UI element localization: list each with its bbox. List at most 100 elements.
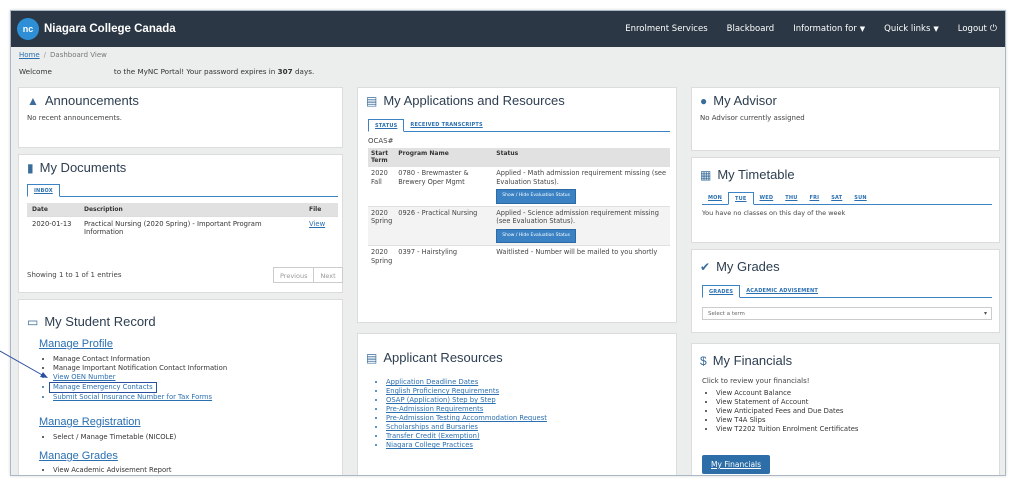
nav-label: Information for xyxy=(793,24,857,34)
advisor-title: My Advisor xyxy=(713,93,777,108)
applications-table: Start Term Program Name Status 2020 Fall… xyxy=(368,148,670,267)
table-row: 2020 Spring 0926 - Practical Nursing App… xyxy=(368,205,670,246)
main-nav: Enrolment Services Blackboard Informatio… xyxy=(606,11,997,47)
list-item[interactable]: View Academic Advisement Report xyxy=(53,466,339,475)
applicant-resources-title: Applicant Resources xyxy=(383,350,503,365)
list-item[interactable]: View T4A Slips xyxy=(716,416,992,425)
financials-list: View Account Balance View Statement of A… xyxy=(702,389,992,434)
financials-card: $ My Financials Click to review your fina… xyxy=(691,343,1000,475)
tab-mon[interactable]: MON xyxy=(702,192,728,205)
list-item[interactable]: Select / Manage Timetable (NICOLE) xyxy=(53,433,339,442)
nav-label: Enrolment Services xyxy=(625,24,708,34)
card-title: ▤ Applicant Resources xyxy=(366,350,503,365)
top-navbar: nc Niagara College Canada Enrolment Serv… xyxy=(11,11,1005,47)
column-header: Start Term xyxy=(368,148,396,167)
tab-academic-advisement[interactable]: ACADEMIC ADVISEMENT xyxy=(740,285,824,298)
documents-tabs: INBOX xyxy=(27,184,338,197)
documents-pager: Previous Next xyxy=(273,267,343,283)
tab-status[interactable]: STATUS xyxy=(368,119,405,132)
tab-thu[interactable]: THU xyxy=(779,192,803,205)
list-item[interactable]: Transfer Credit (Exemption) xyxy=(386,432,672,441)
browser-viewport: nc Niagara College Canada Enrolment Serv… xyxy=(10,10,1006,476)
list-item[interactable]: Manage Important Notification Contact In… xyxy=(53,364,339,373)
nav-quick-links[interactable]: Quick links ▼ xyxy=(884,24,939,34)
application-status: Applied - Science admission requirement … xyxy=(496,208,659,226)
applicant-resources-card: ▤ Applicant Resources Application Deadlin… xyxy=(357,333,677,475)
next-button[interactable]: Next xyxy=(314,268,341,282)
nav-enrolment-services[interactable]: Enrolment Services xyxy=(625,24,707,34)
application-status: Waitlisted - Number will be mailed to yo… xyxy=(493,245,670,267)
card-title: $ My Financials xyxy=(700,353,792,368)
list-item[interactable]: Pre-Admission Requirements xyxy=(386,405,672,414)
chevron-down-icon: ▾ xyxy=(983,310,987,317)
previous-button[interactable]: Previous xyxy=(274,268,315,282)
list-item[interactable]: Application Deadline Dates xyxy=(386,378,672,387)
applications-tabs: STATUS RECEIVED TRANSCRIPTS xyxy=(368,119,670,132)
column-header: Program Name xyxy=(395,148,494,167)
grades-card: ✔ My Grades GRADES ACADEMIC ADVISEMENT Se… xyxy=(691,249,1000,333)
program-name: 0926 - Practical Nursing xyxy=(395,205,494,246)
registration-links: Select / Manage Timetable (NICOLE) xyxy=(39,433,339,442)
tab-wed[interactable]: WED xyxy=(754,192,780,205)
column-header: Status xyxy=(493,148,670,167)
manage-registration-link[interactable]: Manage Registration xyxy=(39,416,141,428)
card-title: ▦ My Timetable xyxy=(700,167,795,182)
list-item[interactable]: View OEN Number xyxy=(53,373,339,382)
nav-label: Blackboard xyxy=(726,24,775,34)
nav-blackboard[interactable]: Blackboard xyxy=(727,24,775,34)
start-term: 2020 Fall xyxy=(368,166,396,206)
program-name: 0780 - Brewmaster & Brewery Oper Mgmt xyxy=(395,166,494,206)
tab-tue[interactable]: TUE xyxy=(728,192,754,205)
password-expiry-days: 307 xyxy=(277,67,293,76)
timetable-title: My Timetable xyxy=(717,167,795,182)
manage-grades-link[interactable]: Manage Grades xyxy=(39,450,118,462)
document-view-link[interactable]: View xyxy=(309,220,325,228)
tab-grades[interactable]: GRADES xyxy=(702,285,741,298)
ocas-label: OCAS# xyxy=(368,137,394,145)
show-hide-evaluation-button[interactable]: Show / Hide Evaluation Status xyxy=(496,228,576,243)
my-financials-button[interactable]: My Financials xyxy=(702,455,771,474)
document-description: Practical Nursing (2020 Spring) - Import… xyxy=(79,216,304,239)
tab-fri[interactable]: FRI xyxy=(803,192,825,205)
nav-logout[interactable]: Logout ⏻ xyxy=(958,24,997,34)
financials-title: My Financials xyxy=(712,353,793,368)
list-item[interactable]: English Proficiency Requirements xyxy=(386,387,672,396)
nav-information-for[interactable]: Information for ▼ xyxy=(793,24,865,34)
list-item[interactable]: Manage Contact Information xyxy=(53,355,339,364)
grades-tabs: GRADES ACADEMIC ADVISEMENT xyxy=(702,285,992,298)
advisor-card: ● My Advisor No Advisor currently assigne… xyxy=(691,87,1000,151)
show-hide-evaluation-button[interactable]: Show / Hide Evaluation Status xyxy=(496,189,576,204)
list-item[interactable]: Pre-Admission Testing Accommodation Requ… xyxy=(386,414,672,423)
list-item[interactable]: View Account Balance xyxy=(716,389,992,398)
annotation-arrow xyxy=(0,350,48,378)
grades-links: View Academic Advisement Report xyxy=(39,466,339,475)
tab-received-transcripts[interactable]: RECEIVED TRANSCRIPTS xyxy=(404,119,488,132)
column-header: Description xyxy=(79,203,304,217)
list-item[interactable]: View Statement of Account xyxy=(716,398,992,407)
chevron-down-icon: ▼ xyxy=(859,25,866,33)
chat-icon: ● xyxy=(700,93,708,108)
tab-sun[interactable]: SUN xyxy=(848,192,872,205)
dollar-icon: $ xyxy=(700,353,707,368)
column-header: File xyxy=(304,203,338,217)
nav-label: Quick links xyxy=(884,24,931,34)
term-select[interactable]: Select a term ▾ xyxy=(702,307,992,320)
calendar-icon: ▦ xyxy=(700,167,712,182)
applicant-resource-links: Application Deadline Dates English Profi… xyxy=(372,378,672,450)
list-item[interactable]: Submit Social Insurance Number for Tax F… xyxy=(53,393,339,402)
table-header: Start Term Program Name Status xyxy=(368,148,670,167)
timetable-empty: You have no classes on this day of the w… xyxy=(702,209,846,217)
program-name: 0397 - Hairstyling xyxy=(395,245,494,267)
list-item[interactable]: View Anticipated Fees and Due Dates xyxy=(716,407,992,416)
list-item[interactable]: Niagara College Practices xyxy=(386,441,672,450)
timetable-card: ▦ My Timetable MON TUE WED THU FRI SAT SU… xyxy=(691,157,1000,243)
clipboard-icon: ▤ xyxy=(366,350,378,365)
welcome-text: to the MyNC Portal! Your password expire… xyxy=(113,67,276,76)
advisor-empty: No Advisor currently assigned xyxy=(700,114,805,122)
nav-label: Logout xyxy=(957,24,987,34)
list-item[interactable]: OSAP (Application) Step by Step xyxy=(386,396,672,405)
tab-sat[interactable]: SAT xyxy=(825,192,848,205)
list-item[interactable]: Scholarships and Bursaries xyxy=(386,423,672,432)
clipboard-icon: ▤ xyxy=(366,93,378,108)
list-item[interactable]: View T2202 Tuition Enrolment Certificate… xyxy=(716,425,992,434)
